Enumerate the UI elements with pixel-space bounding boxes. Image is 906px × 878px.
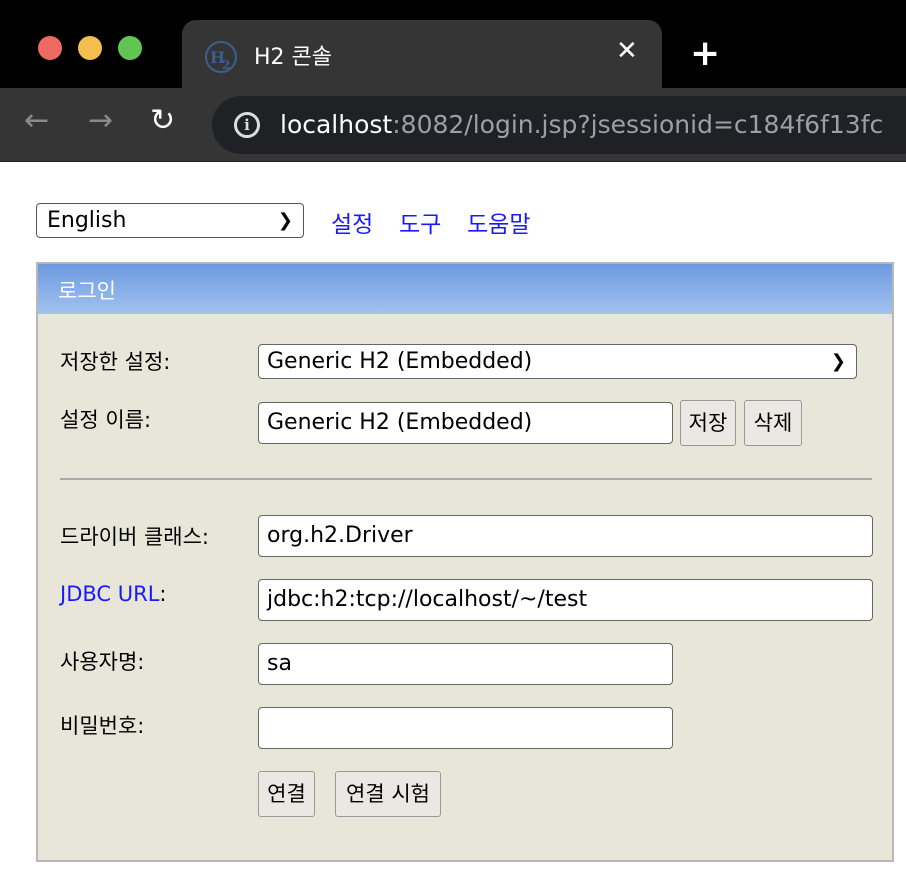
forward-icon[interactable]: → bbox=[88, 106, 113, 136]
jdbc-url-link[interactable]: JDBC URL bbox=[60, 582, 159, 606]
setting-name-input[interactable]: Generic H2 (Embedded) bbox=[258, 402, 673, 444]
chevron-down-icon: ❯ bbox=[830, 351, 846, 372]
help-link[interactable]: 도움말 bbox=[467, 205, 530, 239]
saved-settings-label: 저장한 설정: bbox=[60, 350, 171, 374]
jdbc-url-label: JDBC URL: bbox=[60, 582, 166, 606]
url-text[interactable]: localhost:8082/login.jsp?jsessionid=c184… bbox=[280, 110, 883, 139]
address-bar[interactable]: i localhost:8082/login.jsp?jsessionid=c1… bbox=[212, 96, 906, 154]
svg-text:2: 2 bbox=[222, 58, 230, 72]
jdbc-url-colon: : bbox=[159, 582, 167, 606]
language-select-value: English bbox=[47, 208, 127, 233]
saved-settings-value: Generic H2 (Embedded) bbox=[267, 349, 533, 374]
password-label: 비밀번호: bbox=[60, 714, 145, 738]
username-input[interactable]: sa bbox=[258, 643, 673, 685]
browser-tab[interactable]: H 2 H2 콘솔 ✕ bbox=[182, 20, 662, 88]
browser-tabstrip: H 2 H2 콘솔 ✕ + bbox=[0, 0, 906, 88]
chevron-down-icon: ❯ bbox=[277, 210, 293, 231]
jdbc-url-input[interactable]: jdbc:h2:tcp://localhost/~/test bbox=[258, 579, 873, 621]
test-connection-button[interactable]: 연결 시험 bbox=[335, 771, 441, 817]
login-panel: 로그인 저장한 설정: Generic H2 (Embedded) ❯ 설정 이… bbox=[36, 262, 894, 862]
window-minimize-button[interactable] bbox=[78, 36, 102, 60]
url-host: localhost bbox=[280, 110, 393, 139]
site-info-icon[interactable]: i bbox=[234, 112, 260, 138]
tab-title: H2 콘솔 bbox=[254, 45, 333, 70]
delete-button[interactable]: 삭제 bbox=[744, 400, 802, 446]
saved-settings-select[interactable]: Generic H2 (Embedded) ❯ bbox=[258, 344, 857, 379]
login-header: 로그인 bbox=[38, 264, 892, 314]
new-tab-icon[interactable]: + bbox=[690, 36, 720, 72]
window-zoom-button[interactable] bbox=[118, 36, 142, 60]
h2-favicon-icon: H 2 bbox=[205, 41, 237, 73]
tools-link[interactable]: 도구 bbox=[399, 205, 441, 239]
window-close-button[interactable] bbox=[38, 36, 62, 60]
settings-link[interactable]: 설정 bbox=[331, 205, 373, 239]
browser-toolbar: ← → ↻ i localhost:8082/login.jsp?jsessio… bbox=[0, 88, 906, 162]
username-label: 사용자명: bbox=[60, 650, 145, 674]
connect-button[interactable]: 연결 bbox=[258, 771, 315, 817]
back-icon[interactable]: ← bbox=[24, 106, 49, 136]
chrome-divider bbox=[0, 161, 906, 162]
tab-close-icon[interactable]: ✕ bbox=[616, 38, 638, 64]
driver-class-input[interactable]: org.h2.Driver bbox=[258, 515, 873, 557]
divider bbox=[60, 478, 872, 480]
setting-name-label: 설정 이름: bbox=[60, 408, 152, 432]
password-input[interactable] bbox=[258, 707, 673, 749]
reload-icon[interactable]: ↻ bbox=[150, 106, 175, 136]
driver-class-label: 드라이버 클래스: bbox=[60, 525, 209, 549]
url-path: :8082/login.jsp?jsessionid=c184f6f13fc bbox=[392, 110, 884, 139]
save-button[interactable]: 저장 bbox=[680, 400, 736, 446]
language-select[interactable]: English ❯ bbox=[36, 203, 304, 238]
